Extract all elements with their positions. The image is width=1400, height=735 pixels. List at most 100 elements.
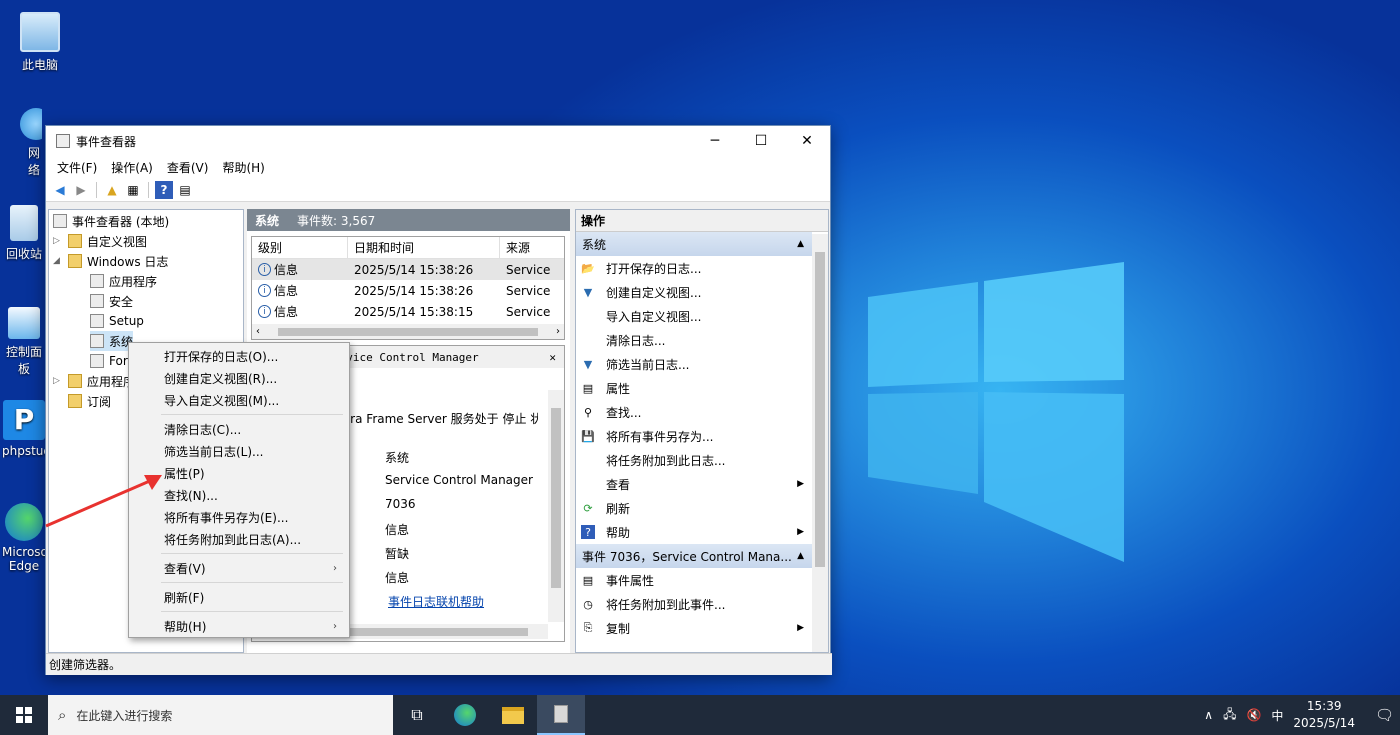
menu-separator xyxy=(161,611,343,612)
control-panel-icon xyxy=(8,307,40,339)
notification-icon[interactable]: 🗨 xyxy=(1375,706,1394,724)
tree-item-setup[interactable]: Setup xyxy=(90,311,144,331)
action-label: 复制 xyxy=(606,621,631,636)
taskbar-search-box[interactable]: ⌕ 在此键入进行搜索 xyxy=(48,695,393,735)
action1-item-9[interactable]: 查看 ▶ xyxy=(576,472,828,496)
taskbar-edge[interactable] xyxy=(441,695,489,735)
horizontal-scrollbar[interactable]: ‹ › xyxy=(252,324,564,339)
network-icon[interactable]: 🖧 xyxy=(1223,705,1236,726)
show-hide-action-pane-icon[interactable]: ▤ xyxy=(176,181,194,199)
tree-item-system[interactable]: 系统 xyxy=(90,331,134,351)
event-datetime: 2025/5/14 15:38:26 xyxy=(354,283,474,298)
menu-item-import-custom-view[interactable]: 导入自定义视图(M)... xyxy=(131,389,347,411)
maximize-button[interactable]: ☐ xyxy=(738,126,784,156)
action1-item-7[interactable]: 💾 将所有事件另存为... xyxy=(576,424,828,448)
menu-item-create-custom-view[interactable]: 创建自定义视图(R)... xyxy=(131,367,347,389)
close-icon[interactable]: ✕ xyxy=(549,351,556,364)
tree-item-custom-views[interactable]: ▷ 自定义视图 xyxy=(53,231,147,251)
detail-vertical-scrollbar[interactable] xyxy=(548,390,564,622)
menu-item-view[interactable]: 查看(V) › xyxy=(131,557,347,579)
online-help-link[interactable]: 事件日志联机帮助 xyxy=(388,593,484,610)
menu-item-filter-current-log[interactable]: 筛选当前日志(L)... xyxy=(131,440,347,462)
taskbar-file-explorer[interactable] xyxy=(489,695,537,735)
submenu-arrow-icon: ▶ xyxy=(797,479,804,489)
up-folder-icon[interactable]: ▲ xyxy=(103,181,121,199)
title-bar[interactable]: 事件查看器 ─ ☐ ✕ xyxy=(46,126,830,156)
tree-label: 事件查看器 (本地) xyxy=(72,214,170,229)
action2-item-0[interactable]: ▤ 事件属性 xyxy=(576,568,828,592)
back-icon[interactable]: ◀ xyxy=(51,181,69,199)
recycle-bin-icon xyxy=(10,205,38,241)
blank-icon xyxy=(581,309,595,323)
action1-item-0[interactable]: 📂 打开保存的日志... xyxy=(576,256,828,280)
column-datetime[interactable]: 日期和时间 xyxy=(348,237,500,258)
menu-item-refresh[interactable]: 刷新(F) xyxy=(131,586,347,608)
menu-action[interactable]: 操作(A) xyxy=(104,159,160,176)
minimize-button[interactable]: ─ xyxy=(692,126,738,156)
menu-item-clear-log[interactable]: 清除日志(C)... xyxy=(131,418,347,440)
action1-item-10[interactable]: ⟳ 刷新 xyxy=(576,496,828,520)
actions-section-system[interactable]: 系统 ▲ xyxy=(576,232,812,256)
desktop-icon-network[interactable]: 网络 xyxy=(2,108,42,178)
help-icon[interactable]: ? xyxy=(155,180,173,199)
action1-item-4[interactable]: ▼ 筛选当前日志... xyxy=(576,352,828,376)
menu-separator xyxy=(161,414,343,415)
desktop-icon-this-pc[interactable]: 此电脑 xyxy=(2,12,78,73)
menu-item-help[interactable]: 帮助(H) › xyxy=(131,615,347,637)
collapse-section-icon[interactable]: ▲ xyxy=(797,551,804,561)
show-hide-tree-icon[interactable]: ▦ xyxy=(124,181,142,199)
collapse-icon[interactable]: ◢ xyxy=(53,256,65,266)
tree-item-windows-logs[interactable]: ◢ Windows 日志 xyxy=(53,251,168,271)
menu-item-open-saved-log[interactable]: 打开保存的日志(O)... xyxy=(131,345,347,367)
expand-icon[interactable]: ▷ xyxy=(53,236,65,246)
taskbar-event-viewer[interactable] xyxy=(537,695,585,735)
clock[interactable]: 15:39 2025/5/14 xyxy=(1293,698,1355,732)
action2-item-1[interactable]: ◷ 将任务附加到此事件... xyxy=(576,592,828,616)
action1-item-3[interactable]: 清除日志... xyxy=(576,328,828,352)
menu-view[interactable]: 查看(V) xyxy=(160,159,216,176)
event-row[interactable]: i信息 2025/5/14 15:38:26 Service Control M… xyxy=(252,259,564,280)
actions-vertical-scrollbar[interactable] xyxy=(812,234,828,652)
submenu-arrow-icon: › xyxy=(333,562,337,574)
tree-item-subscriptions[interactable]: 订阅 xyxy=(68,391,111,411)
event-row[interactable]: i信息 2025/5/14 15:38:26 Service Control M… xyxy=(252,280,564,301)
tree-item-security[interactable]: 安全 xyxy=(90,291,133,311)
action2-item-2[interactable]: ⎘ 复制 ▶ xyxy=(576,616,828,640)
action1-item-6[interactable]: ⚲ 查找... xyxy=(576,400,828,424)
volume-muted-icon[interactable]: 🔇 xyxy=(1246,708,1261,722)
show-hidden-icons-button[interactable]: ∧ xyxy=(1204,708,1213,722)
filter-icon: ▼ xyxy=(583,285,593,299)
column-source[interactable]: 来源 xyxy=(500,237,550,258)
tree-item-root[interactable]: 事件查看器 (本地) xyxy=(53,211,169,231)
action-label: 将所有事件另存为... xyxy=(606,429,714,444)
desktop-icon-recycle-bin[interactable]: 回收站 xyxy=(2,205,46,262)
action1-item-5[interactable]: ▤ 属性 xyxy=(576,376,828,400)
tree-item-application[interactable]: 应用程序 xyxy=(90,271,157,291)
properties-icon: ▤ xyxy=(582,573,594,587)
desktop-icon-label: 回收站 xyxy=(5,247,42,261)
column-level[interactable]: 级别 xyxy=(252,237,348,258)
event-list-header: 级别 日期和时间 来源 xyxy=(252,237,564,259)
desktop-icon-phpstudy[interactable]: P phpstudy xyxy=(2,400,46,458)
event-row[interactable]: i信息 2025/5/14 15:38:15 Service Control M… xyxy=(252,301,564,322)
ime-indicator[interactable]: 中 xyxy=(1271,707,1283,724)
expand-icon[interactable]: ▷ xyxy=(53,376,65,386)
task-view-button[interactable]: ⧉ xyxy=(393,695,441,735)
windows-wallpaper-logo xyxy=(868,262,1124,562)
actions-section-event[interactable]: 事件 7036，Service Control Mana... ▲ xyxy=(576,544,812,568)
collapse-section-icon[interactable]: ▲ xyxy=(797,239,804,249)
menu-help[interactable]: 帮助(H) xyxy=(215,159,271,176)
action1-item-8[interactable]: 将任务附加到此日志... xyxy=(576,448,828,472)
menu-file[interactable]: 文件(F) xyxy=(50,159,104,176)
action1-item-2[interactable]: 导入自定义视图... xyxy=(576,304,828,328)
start-button[interactable] xyxy=(0,695,48,735)
info-icon: i xyxy=(258,263,271,276)
desktop-icon-control-panel[interactable]: 控制面板 xyxy=(2,307,46,377)
action1-item-1[interactable]: ▼ 创建自定义视图... xyxy=(576,280,828,304)
action1-item-11[interactable]: ? 帮助 ▶ xyxy=(576,520,828,544)
close-button[interactable]: ✕ xyxy=(784,126,830,156)
action-label: 查找... xyxy=(606,405,642,420)
action-label: 创建自定义视图... xyxy=(606,285,702,300)
forward-icon[interactable]: ▶ xyxy=(72,181,90,199)
action-label: 打开保存的日志... xyxy=(606,261,702,276)
